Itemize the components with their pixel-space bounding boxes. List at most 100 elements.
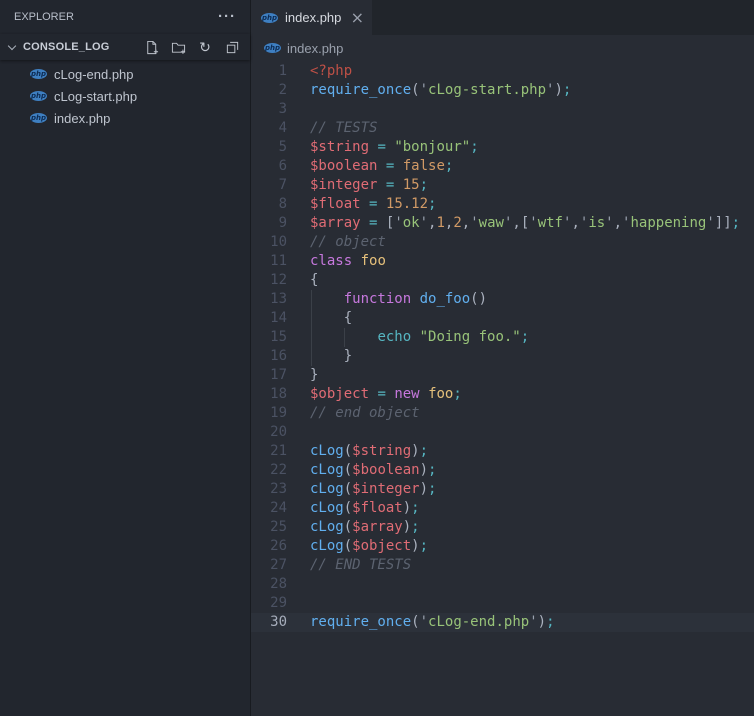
line-content[interactable]	[297, 594, 754, 613]
line-content[interactable]: class foo	[297, 252, 754, 271]
code-line-17[interactable]: 17}	[251, 366, 754, 385]
code-line-1[interactable]: 1 <?php	[251, 62, 754, 81]
line-number[interactable]: 18	[251, 385, 297, 404]
line-number[interactable]: 26	[251, 537, 297, 556]
tab-index-php[interactable]: php index.php ×	[251, 0, 372, 35]
line-number[interactable]: 30	[251, 613, 297, 632]
line-number[interactable]: 16	[251, 347, 297, 366]
code-line-27[interactable]: 27 // END TESTS	[251, 556, 754, 575]
line-content[interactable]: {	[297, 271, 754, 290]
code-line-29[interactable]: 29	[251, 594, 754, 613]
code-line-26[interactable]: 26 cLog($object);	[251, 537, 754, 556]
line-number[interactable]: 29	[251, 594, 297, 613]
line-number[interactable]: 12	[251, 271, 297, 290]
line-content[interactable]: cLog($boolean);	[297, 461, 754, 480]
code-line-3[interactable]: 3	[251, 100, 754, 119]
code-line-30[interactable]: 30 require_once('cLog-end.php');	[251, 613, 754, 632]
line-content[interactable]: }	[297, 347, 754, 366]
code-line-4[interactable]: 4 // TESTS	[251, 119, 754, 138]
more-actions-icon[interactable]: ···	[218, 9, 236, 24]
line-number[interactable]: 5	[251, 138, 297, 157]
line-number[interactable]: 20	[251, 423, 297, 442]
line-content[interactable]	[297, 423, 754, 442]
line-number[interactable]: 11	[251, 252, 297, 271]
line-content[interactable]: }	[297, 366, 754, 385]
code-line-7[interactable]: 7 $integer = 15;	[251, 176, 754, 195]
file-row-index.php[interactable]: php index.php	[0, 107, 250, 129]
line-content[interactable]: function do_foo()	[297, 290, 754, 309]
code-line-28[interactable]: 28	[251, 575, 754, 594]
line-content[interactable]: cLog($integer);	[297, 480, 754, 499]
code-line-18[interactable]: 18 $object = new foo;	[251, 385, 754, 404]
line-content[interactable]: // TESTS	[297, 119, 754, 138]
line-number[interactable]: 2	[251, 81, 297, 100]
line-number[interactable]: 28	[251, 575, 297, 594]
code-line-12[interactable]: 12 {	[251, 271, 754, 290]
line-number[interactable]: 15	[251, 328, 297, 347]
line-content[interactable]: // end object	[297, 404, 754, 423]
code-line-21[interactable]: 21 cLog($string);	[251, 442, 754, 461]
line-content[interactable]: // object	[297, 233, 754, 252]
line-number[interactable]: 4	[251, 119, 297, 138]
collapse-all-icon[interactable]	[224, 39, 240, 55]
line-number[interactable]: 24	[251, 499, 297, 518]
line-number[interactable]: 9	[251, 214, 297, 233]
section-header-console-log[interactable]: CONSOLE_LOG ↻	[0, 34, 250, 60]
code-line-23[interactable]: 23 cLog($integer);	[251, 480, 754, 499]
line-content[interactable]	[297, 100, 754, 119]
line-content[interactable]: cLog($object);	[297, 537, 754, 556]
line-content[interactable]: cLog($array);	[297, 518, 754, 537]
line-content[interactable]: $float = 15.12;	[297, 195, 754, 214]
code-line-6[interactable]: 6 $boolean = false;	[251, 157, 754, 176]
code-line-8[interactable]: 8 $float = 15.12;	[251, 195, 754, 214]
code-line-2[interactable]: 2 require_once('cLog-start.php');	[251, 81, 754, 100]
line-content[interactable]: $string = "bonjour";	[297, 138, 754, 157]
new-file-icon[interactable]	[143, 39, 159, 55]
code-line-22[interactable]: 22 cLog($boolean);	[251, 461, 754, 480]
line-number[interactable]: 6	[251, 157, 297, 176]
line-number[interactable]: 22	[251, 461, 297, 480]
line-number[interactable]: 19	[251, 404, 297, 423]
line-content[interactable]: $integer = 15;	[297, 176, 754, 195]
line-content[interactable]: require_once('cLog-start.php');	[297, 81, 754, 100]
code-line-25[interactable]: 25 cLog($array);	[251, 518, 754, 537]
line-number[interactable]: 25	[251, 518, 297, 537]
code-line-19[interactable]: 19 // end object	[251, 404, 754, 423]
line-content[interactable]	[297, 575, 754, 594]
line-number[interactable]: 1	[251, 62, 297, 81]
code-line-16[interactable]: 16 }	[251, 347, 754, 366]
line-number[interactable]: 27	[251, 556, 297, 575]
new-folder-icon[interactable]	[170, 39, 186, 55]
code-line-5[interactable]: 5 $string = "bonjour";	[251, 138, 754, 157]
line-content[interactable]: require_once('cLog-end.php');	[297, 613, 754, 632]
line-content[interactable]: $object = new foo;	[297, 385, 754, 404]
line-number[interactable]: 21	[251, 442, 297, 461]
line-number[interactable]: 10	[251, 233, 297, 252]
code-line-9[interactable]: 9 $array = ['ok',1,2,'waw',['wtf','is','h…	[251, 214, 754, 233]
code-line-20[interactable]: 20	[251, 423, 754, 442]
line-number[interactable]: 17	[251, 366, 297, 385]
line-content[interactable]: cLog($string);	[297, 442, 754, 461]
line-number[interactable]: 8	[251, 195, 297, 214]
code-line-14[interactable]: 14 {	[251, 309, 754, 328]
line-number[interactable]: 7	[251, 176, 297, 195]
line-content[interactable]: // END TESTS	[297, 556, 754, 575]
close-icon[interactable]: ×	[351, 9, 364, 26]
line-content[interactable]: $array = ['ok',1,2,'waw',['wtf','is','ha…	[297, 214, 754, 233]
refresh-icon[interactable]: ↻	[197, 39, 213, 55]
line-content[interactable]: echo "Doing foo.";	[297, 328, 754, 347]
line-number[interactable]: 3	[251, 100, 297, 119]
code-area[interactable]: 1 <?php 2 require_once('cLog-start.php'); 3 4…	[251, 61, 754, 716]
line-content[interactable]: cLog($float);	[297, 499, 754, 518]
code-line-13[interactable]: 13 function do_foo()	[251, 290, 754, 309]
line-content[interactable]: <?php	[297, 62, 754, 81]
file-row-cLog-end.php[interactable]: php cLog-end.php	[0, 63, 250, 85]
line-content[interactable]: {	[297, 309, 754, 328]
breadcrumb-item[interactable]: index.php	[287, 41, 343, 56]
code-line-11[interactable]: 11 class foo	[251, 252, 754, 271]
line-number[interactable]: 13	[251, 290, 297, 309]
code-line-24[interactable]: 24 cLog($float);	[251, 499, 754, 518]
file-row-cLog-start.php[interactable]: php cLog-start.php	[0, 85, 250, 107]
code-line-15[interactable]: 15 echo "Doing foo.";	[251, 328, 754, 347]
code-line-10[interactable]: 10 // object	[251, 233, 754, 252]
